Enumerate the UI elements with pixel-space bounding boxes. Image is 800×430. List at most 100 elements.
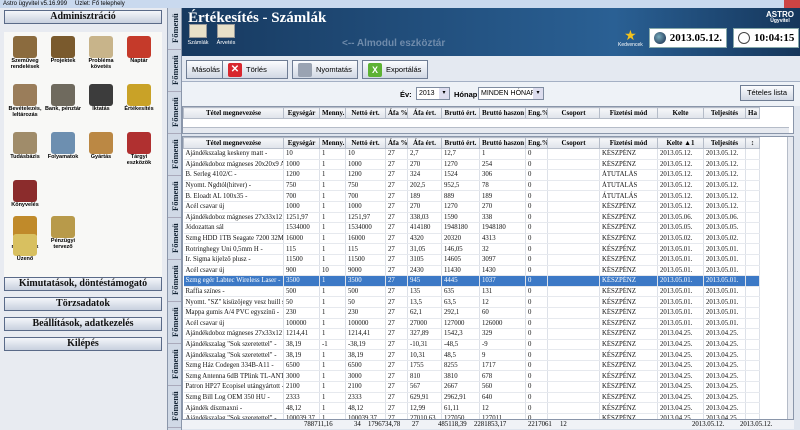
- module-inventory-button[interactable]: Bevételezés, leltározás: [6, 84, 44, 122]
- table-row[interactable]: Ajándékszalag keskeny matt -10 1 10 27 2,7 12…: [183, 148, 760, 160]
- table-row[interactable]: Szmg Ház Codegen 334B-A11 -6500 1 6500 27 17…: [183, 360, 760, 372]
- item-list-button[interactable]: Tételes lista: [739, 85, 794, 101]
- module-knowledge-button[interactable]: Tudásbázis: [6, 132, 44, 170]
- module-messages-button[interactable]: Üzenő: [6, 234, 44, 272]
- table-row[interactable]: Ir. Sigma kijelző plusz -11500 1 11500 27 31…: [183, 254, 760, 266]
- module-calendar-button[interactable]: Naptár: [120, 36, 158, 74]
- summary-column-header[interactable]: Tétel megnevezése: [183, 107, 284, 119]
- table-row[interactable]: Acél csavar új 100000 1 100000 27 27000 127000…: [183, 318, 760, 330]
- main-menu-tab[interactable]: Főmenü: [168, 260, 181, 302]
- table-row[interactable]: Szmg Bill Log OEM 350 HU -2333 1 2333 27 629…: [183, 392, 760, 404]
- main-menu-tab[interactable]: Főmenü: [168, 302, 181, 344]
- module-filing-button[interactable]: Iktatás: [82, 84, 120, 122]
- main-menu-tab[interactable]: Főmenü: [168, 176, 181, 218]
- summary-column-header[interactable]: Bruttó haszon: [479, 107, 526, 119]
- table-row[interactable]: Szmg egér Labtec Wireless Laser -3500 1 35…: [183, 275, 760, 287]
- summary-horizontal-scrollbar[interactable]: [183, 127, 789, 133]
- table-row[interactable]: Ajándékdoboz mágneses 20x20x9 Arg 1000 1 10…: [183, 159, 760, 171]
- main-menu-tab[interactable]: Főmenü: [168, 134, 181, 176]
- table-row[interactable]: Szmg HDD 1TB Seagate 7200 32MB 16000 1 1600…: [183, 233, 760, 245]
- summary-column-header[interactable]: Áfa ért.: [407, 107, 442, 119]
- summary-column-header[interactable]: Csoport: [547, 107, 600, 119]
- summary-column-header[interactable]: Eng.%: [525, 107, 548, 119]
- module-processes-button[interactable]: Folyamatok: [44, 132, 82, 170]
- module-sales-button[interactable]: Értékesítés: [120, 84, 158, 122]
- year-select[interactable]: 2013 ▾: [416, 87, 450, 100]
- summary-column-header[interactable]: Kelte: [657, 107, 704, 119]
- table-row[interactable]: Mappa gumis A/4 PVC egyszínű -230 1 230 27 6…: [183, 307, 760, 319]
- summary-column-header[interactable]: Teljesítés: [703, 107, 746, 119]
- lines-vertical-scrollbar[interactable]: [787, 137, 793, 419]
- table-row[interactable]: B. Serleg 4102/C -1200 1 1200 27 324 1524 306 0…: [183, 169, 760, 181]
- lines-column-header[interactable]: Fizetési mód: [599, 137, 658, 149]
- summary-column-header[interactable]: Menny.: [319, 107, 346, 119]
- window-close-button[interactable]: [784, 0, 800, 8]
- reports-menu-button[interactable]: Kimutatások, döntéstámogató: [4, 277, 162, 291]
- settings-menu-button[interactable]: Beállítások, adatkezelés: [4, 317, 162, 331]
- table-cell: KÉSZPÉNZ: [599, 402, 658, 414]
- table-row[interactable]: B. Eloadt AL 100x35 -700 1 700 27 189 889 189 0…: [183, 190, 760, 202]
- main-menu-tab[interactable]: Főmenü: [168, 218, 181, 260]
- module-production-button[interactable]: Gyártás: [82, 132, 120, 170]
- table-row[interactable]: Ajándék díszmaxni -48,12 1 48,12 27 12,99 61,…: [183, 402, 760, 414]
- table-row[interactable]: Acél csavar új 1000 1 1000 27 270 1270 270 0 KÉSZ…: [183, 201, 760, 213]
- summary-column-header[interactable]: Áfa %: [385, 107, 408, 119]
- module-assets-button[interactable]: Tárgyi eszközök: [120, 132, 158, 170]
- module-accounting-button[interactable]: Könyvelés: [6, 180, 44, 218]
- main-menu-tab[interactable]: Főmenü: [168, 92, 181, 134]
- summary-column-header[interactable]: Fizetési mód: [599, 107, 658, 119]
- favorites-button[interactable]: ★ Kedvencek: [618, 28, 643, 48]
- summary-column-header[interactable]: Bruttó ért.: [441, 107, 480, 119]
- lines-column-header[interactable]: Eng.%: [525, 137, 548, 149]
- master-data-menu-button[interactable]: Törzsadatok: [4, 297, 162, 311]
- exit-menu-button[interactable]: Kilépés: [4, 337, 162, 351]
- table-row[interactable]: Rotringhegy Uni 0,5mm H -115 1 115 27 31,05 1…: [183, 243, 760, 255]
- summary-column-header[interactable]: Nettó ért.: [345, 107, 386, 119]
- lines-column-header[interactable]: Teljesítés: [703, 137, 746, 149]
- main-menu-tab[interactable]: Főmenü: [168, 8, 181, 50]
- export-button[interactable]: X Exportálás: [362, 60, 428, 79]
- admin-menu-button[interactable]: Adminisztráció: [4, 10, 162, 24]
- main-menu-tab[interactable]: Főmenü: [168, 344, 181, 386]
- lines-column-header[interactable]: Áfa %: [385, 137, 408, 149]
- lines-column-header[interactable]: Bruttó haszon: [479, 137, 526, 149]
- delete-button[interactable]: ✕ Törlés: [222, 60, 288, 79]
- table-row[interactable]: Nyomt. Ngdtól(hitver) -750 1 750 27 202,5 952…: [183, 180, 760, 192]
- module-glasses-button[interactable]: Szeműveg rendelések: [6, 36, 44, 74]
- table-row[interactable]: Szmg Antenna 6dB TPlink TL-ANT24 3000 1 300…: [183, 370, 760, 383]
- table-row[interactable]: Jódozattan sál 1534000 1 1534000 27 414180 194…: [183, 222, 760, 234]
- table-cell: [745, 296, 760, 308]
- main-menu-tab[interactable]: Főmenü: [168, 386, 181, 428]
- lines-column-header[interactable]: ↕: [745, 137, 760, 149]
- print-button[interactable]: Nyomtatás: [292, 60, 358, 79]
- table-row[interactable]: Acél csavar új 900 10 9000 27 2430 11430 1430 0 K…: [183, 265, 760, 277]
- summary-column-header[interactable]: Egységár: [283, 107, 320, 119]
- lines-column-header[interactable]: Áfa ért.: [407, 137, 442, 149]
- lines-column-header[interactable]: Nettó ért.: [345, 137, 386, 149]
- lines-column-header[interactable]: Egységár: [283, 137, 320, 149]
- table-row[interactable]: Ajándékdoboz mágneses 27x33x12 Ar 1251,97…: [183, 212, 760, 224]
- module-problem-tracking-button[interactable]: Probléma követés: [82, 36, 120, 74]
- table-row[interactable]: Ajándékszalag "Sok szeretettel" -38,19 -1…: [183, 339, 760, 351]
- lines-column-header[interactable]: Csoport: [547, 137, 600, 149]
- table-row[interactable]: Raffia színes -500 1 500 27 135 635 131 0 KÉSZPÉ…: [183, 286, 760, 298]
- copy-button[interactable]: Másolás: [186, 60, 226, 79]
- table-row[interactable]: Ajándékszalag "Sok szeretettel" -38,19 1 3…: [183, 349, 760, 361]
- lines-column-header[interactable]: Menny.: [319, 137, 346, 149]
- table-cell: 27: [385, 370, 408, 383]
- invoices-toolbar-button[interactable]: Számlák: [184, 24, 212, 46]
- module-finance-planner-button[interactable]: Pénzügyi tervező: [44, 216, 82, 254]
- table-row[interactable]: Patron HP27 Ecopisel utángyártott -2100 1…: [183, 381, 760, 393]
- table-row[interactable]: Ajándékdoboz mágneses 27x33x12 Ar 1214,41…: [183, 328, 760, 340]
- module-bank-button[interactable]: Bank, pénztár: [44, 84, 82, 122]
- lines-column-header[interactable]: Kelte ▲1: [657, 137, 704, 149]
- lines-column-header[interactable]: Tétel megnevezése: [183, 137, 284, 149]
- table-row[interactable]: Nyomt. "SZ" kisüzöjegy vesz huill sze 50 1…: [183, 296, 760, 308]
- quote-toolbar-button[interactable]: Árvetés: [212, 24, 240, 46]
- main-menu-tab[interactable]: Főmenü: [168, 50, 181, 92]
- month-select[interactable]: MINDEN HÓNAP ▾: [478, 87, 544, 100]
- summary-column-header[interactable]: Ha: [745, 107, 760, 119]
- module-projects-button[interactable]: Projektek: [44, 36, 82, 74]
- lines-column-header[interactable]: Bruttó ért.: [441, 137, 480, 149]
- table-cell: 1037: [479, 275, 526, 287]
